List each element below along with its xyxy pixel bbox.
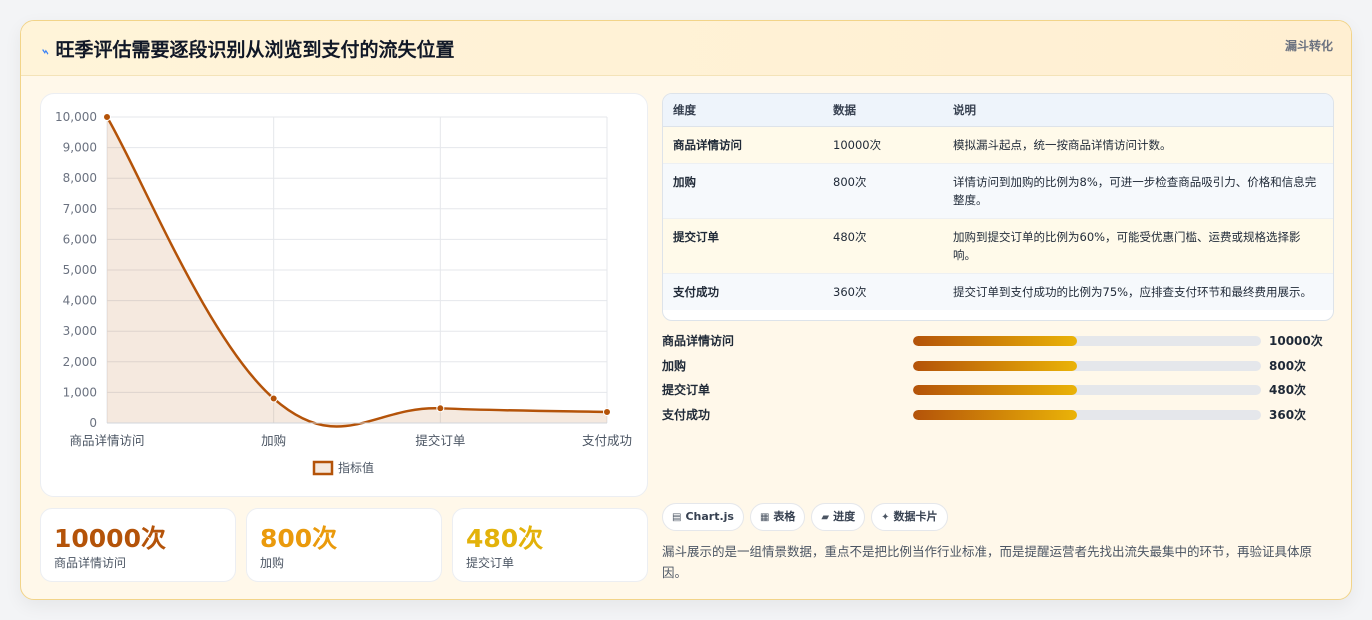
y-tick-label: 9,000 xyxy=(63,141,97,155)
sparkle-icon: ✦ xyxy=(881,512,890,523)
progress-value: 800次 xyxy=(1269,359,1307,373)
progress-fill xyxy=(913,385,1077,395)
y-tick-label: 6,000 xyxy=(63,232,97,246)
tech-chips: ▤ Chart.js ▦ 表格 ▰ 进度 ✦ 数据卡片 xyxy=(662,503,954,531)
table-row: 加购 800次 详情访问到加购的比例为8%，可进一步检查商品吸引力、价格和信息完… xyxy=(663,163,1333,219)
category-tag: 漏斗转化 xyxy=(1284,39,1333,53)
progress-fill xyxy=(913,410,1077,420)
chip-label: 表格 xyxy=(773,510,796,523)
cell-data: 360次 xyxy=(823,273,943,310)
kpi-label: 提交订单 xyxy=(466,556,515,570)
line-chart[interactable]: 0 1,000 2,000 3,000 4,000 5,000 6,000 7,000 8,00… xyxy=(41,94,647,496)
page-title-text: 旺季评估需要逐段识别从浏览到支付的流失位置 xyxy=(55,39,455,61)
cell-description: 提交订单到支付成功的比例为75%，应排查支付环节和最终费用展示。 xyxy=(943,273,1333,310)
progress-fill xyxy=(913,361,1077,371)
progress-value: 360次 xyxy=(1269,408,1307,422)
x-tick-label: 提交订单 xyxy=(415,433,465,448)
table-row: 支付成功 360次 提交订单到支付成功的比例为75%，应排查支付环节和最终费用展… xyxy=(663,273,1333,310)
y-tick-label: 0 xyxy=(89,416,97,430)
progress-track xyxy=(913,385,1261,395)
chip-table[interactable]: ▦ 表格 xyxy=(749,503,806,531)
table-row: 提交订单 480次 加购到提交订单的比例为60%，可能受优惠门槛、运费或规格选择… xyxy=(663,218,1333,274)
data-table: 维度 数据 说明 商品详情访问 10000次 模拟漏斗起点，统一按商品详情访问计… xyxy=(662,93,1334,321)
progress-value: 480次 xyxy=(1269,383,1307,397)
kpi-label: 商品详情访问 xyxy=(54,556,127,570)
cell-dimension: 商品详情访问 xyxy=(663,126,823,164)
y-tick-label: 5,000 xyxy=(63,263,97,277)
line-chart-panel: 0 1,000 2,000 3,000 4,000 5,000 6,000 7,000 8,00… xyxy=(40,93,648,497)
cell-data: 480次 xyxy=(823,218,943,274)
x-tick-label: 加购 xyxy=(261,433,286,448)
progress-row-1: 加购 800次 xyxy=(662,355,1332,375)
y-tick-label: 7,000 xyxy=(63,202,97,216)
x-tick-label: 支付成功 xyxy=(582,433,632,448)
kpi-card-1: 800次 加购 xyxy=(246,508,442,582)
cell-dimension: 提交订单 xyxy=(663,218,823,274)
data-point xyxy=(436,404,445,413)
cell-description: 详情访问到加购的比例为8%，可进一步检查商品吸引力、价格和信息完整度。 xyxy=(943,163,1333,219)
table-icon: ▦ xyxy=(759,512,770,523)
column-header-description: 说明 xyxy=(943,94,1333,127)
summary-note: 漏斗展示的是一组情景数据，重点不是把比例当作行业标准，而是提醒运营者先找出流失最… xyxy=(662,544,1313,580)
progress-fill xyxy=(913,336,1077,346)
progress-track xyxy=(913,361,1261,371)
chip-label: Chart.js xyxy=(685,510,734,523)
chip-chartjs[interactable]: ▤ Chart.js xyxy=(662,503,744,531)
chip-label: 进度 xyxy=(833,510,856,523)
progress-label: 商品详情访问 xyxy=(662,334,735,348)
chip-label: 数据卡片 xyxy=(893,510,938,523)
x-tick-label: 商品详情访问 xyxy=(69,433,144,448)
kpi-card-0: 10000次 商品详情访问 xyxy=(40,508,236,582)
column-header-data: 数据 xyxy=(823,94,943,127)
cell-description: 加购到提交订单的比例为60%，可能受优惠门槛、运费或规格选择影响。 xyxy=(943,218,1333,274)
kpi-value: 480次 xyxy=(466,524,544,553)
progress-row-0: 商品详情访问 10000次 xyxy=(662,330,1332,350)
series-area xyxy=(107,117,607,427)
progress-row-3: 支付成功 360次 xyxy=(662,404,1332,424)
data-point xyxy=(269,394,278,403)
y-tick-label: 4,000 xyxy=(63,294,97,308)
y-tick-label: 10,000 xyxy=(55,110,97,124)
progress-label: 支付成功 xyxy=(662,408,711,422)
y-tick-label: 8,000 xyxy=(63,171,97,185)
cell-data: 800次 xyxy=(823,163,943,219)
progress-label: 提交订单 xyxy=(662,383,711,397)
kpi-value: 800次 xyxy=(260,524,338,553)
chip-progress[interactable]: ▰ 进度 xyxy=(811,503,866,531)
y-tick-label: 1,000 xyxy=(63,385,97,399)
funnel-card: ⌁ 旺季评估需要逐段识别从浏览到支付的流失位置 漏斗转化 0 1,000 2,000 3… xyxy=(20,20,1352,600)
progress-label: 加购 xyxy=(662,359,687,373)
cell-dimension: 加购 xyxy=(663,163,823,219)
legend-swatch xyxy=(312,460,334,476)
column-header-dimension: 维度 xyxy=(663,94,823,127)
page-title: ⌁ 旺季评估需要逐段识别从浏览到支付的流失位置 xyxy=(38,35,455,62)
chip-data-card[interactable]: ✦ 数据卡片 xyxy=(871,503,948,531)
kpi-card-2: 480次 提交订单 xyxy=(452,508,648,582)
progress-icon: ▰ xyxy=(821,512,830,523)
progress-row-2: 提交订单 480次 xyxy=(662,379,1332,399)
data-point xyxy=(603,407,611,416)
progress-track xyxy=(913,410,1261,420)
data-point xyxy=(103,113,111,121)
y-tick-label: 2,000 xyxy=(63,355,97,369)
cell-data: 10000次 xyxy=(823,126,943,164)
progress-value: 10000次 xyxy=(1269,334,1323,348)
bolt-icon: ⌁ xyxy=(38,42,53,62)
table-row: 商品详情访问 10000次 模拟漏斗起点，统一按商品详情访问计数。 xyxy=(663,126,1333,164)
cell-dimension: 支付成功 xyxy=(663,273,823,310)
card-header: ⌁ 旺季评估需要逐段识别从浏览到支付的流失位置 漏斗转化 xyxy=(21,21,1351,76)
kpi-label: 加购 xyxy=(260,556,285,570)
legend-label: 指标值 xyxy=(338,460,374,475)
cell-description: 模拟漏斗起点，统一按商品详情访问计数。 xyxy=(943,126,1333,164)
chart-icon: ▤ xyxy=(672,512,682,523)
kpi-value: 10000次 xyxy=(54,524,166,553)
y-tick-label: 3,000 xyxy=(63,324,97,338)
progress-track xyxy=(913,336,1261,346)
